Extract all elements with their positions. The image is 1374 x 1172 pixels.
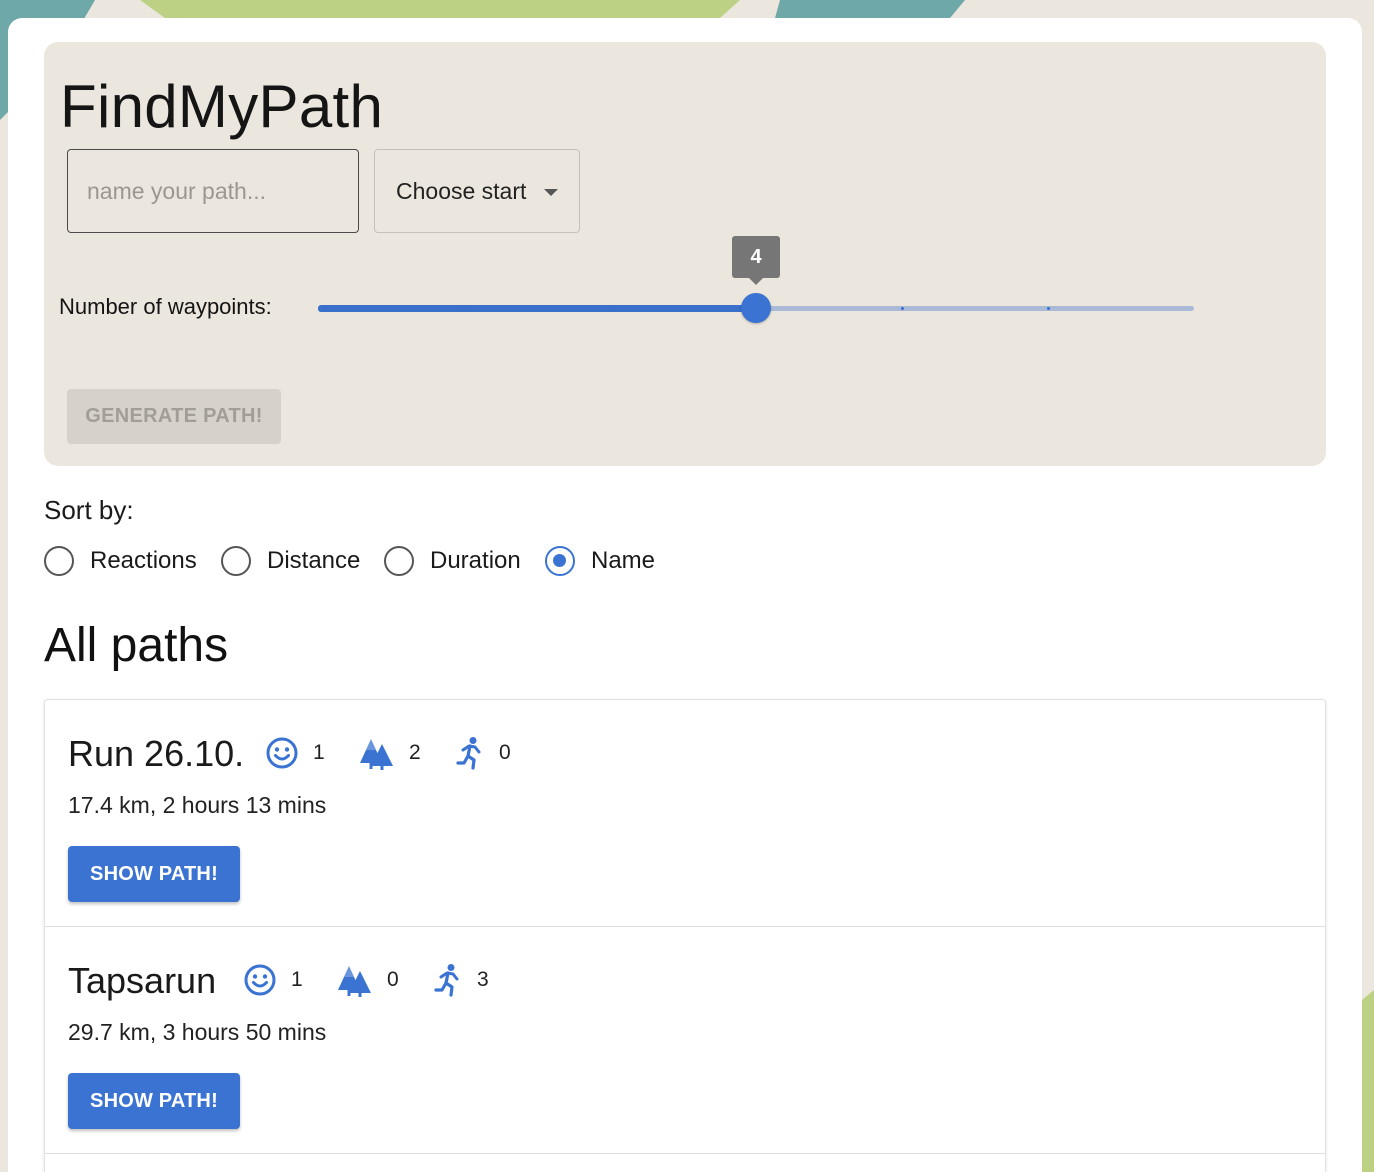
reactions-trees-stat[interactable]: 0 [335,963,399,997]
reactions-run-stat[interactable]: 0 [455,736,511,770]
path-info: 29.7 km, 3 hours 50 mins [68,1019,327,1045]
path-card: Tapsarun 1 0 3 29.7 km, 3 hours 50 mins … [45,927,1325,1154]
slider-step-mark [463,307,466,310]
sort-radio-distance[interactable]: Distance [221,546,360,576]
forest-trees-icon [338,966,371,997]
radio-circle[interactable] [221,546,251,576]
caret-down-icon [544,189,558,196]
running-person-icon [434,964,459,997]
show-path-button[interactable]: SHOW PATH! [68,846,240,902]
running-person-icon [456,737,481,770]
waypoints-slider[interactable]: 4 [318,236,1194,328]
main-page: FindMyPath Choose start Number of waypoi… [8,18,1362,1172]
radio-label: Reactions [90,547,197,574]
radio-circle[interactable] [384,546,414,576]
sort-label: Sort by: [44,495,134,525]
radio-circle[interactable] [545,546,575,576]
slider-step-mark [1047,307,1050,310]
path-name: Tapsarun [68,960,217,1001]
path-name-input[interactable] [67,149,359,233]
trees-count: 0 [387,968,399,991]
smiley-face-icon [266,737,298,769]
choose-start-select[interactable]: Choose start [374,149,580,233]
smile-count: 1 [313,741,325,764]
radio-label: Duration [430,547,521,574]
run-count: 3 [477,968,489,991]
reactions-smile-stat[interactable]: 1 [243,963,303,997]
show-path-button[interactable]: SHOW PATH! [68,1073,240,1129]
run-count: 0 [499,741,511,764]
radio-label: Name [591,547,656,574]
sort-radio-reactions[interactable]: Reactions [44,546,197,576]
radio-label: Distance [267,547,361,574]
smiley-face-icon [244,964,276,996]
slider-thumb[interactable] [741,293,771,323]
reactions-smile-stat[interactable]: 1 [265,736,325,770]
radio-circle[interactable] [44,546,74,576]
slider-step-mark [901,307,904,310]
sort-radio-name[interactable]: Name [545,546,655,576]
forest-trees-icon [360,739,393,770]
generate-path-button[interactable]: GENERATE PATH! [67,389,281,444]
choose-start-value: Choose start [396,177,527,204]
slider-step-mark [609,307,612,310]
paths-list: Run 26.10. 1 2 0 17.4 km, 2 hours 13 min… [44,699,1326,1172]
reactions-run-stat[interactable]: 3 [433,963,489,997]
smile-count: 1 [291,968,303,991]
path-generator-panel: FindMyPath Choose start Number of waypoi… [44,42,1326,466]
waypoints-label: Number of waypoints: [59,294,272,319]
all-paths-title: All paths [44,619,229,672]
slider-track [318,305,756,312]
sort-radio-duration[interactable]: Duration [384,546,521,576]
path-info: 17.4 km, 2 hours 13 mins [68,792,327,818]
path-name: Run 26.10. [68,733,245,774]
app-title: FindMyPath [60,73,384,140]
path-card: Run 26.10. 1 2 0 17.4 km, 2 hours 13 min… [45,700,1325,927]
reactions-trees-stat[interactable]: 2 [357,736,421,770]
trees-count: 2 [409,741,421,764]
slider-value-label: 4 [732,236,780,285]
